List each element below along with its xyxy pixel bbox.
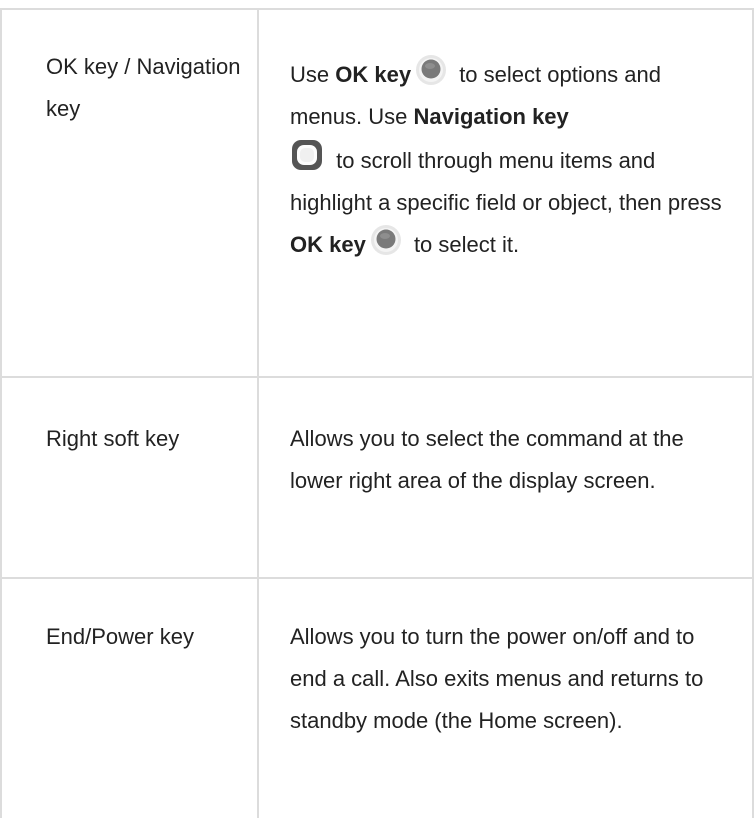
text-segment: Use (290, 62, 336, 87)
table-cell-description: Allows you to turn the power on/off and … (290, 624, 704, 733)
row-divider (0, 577, 754, 579)
table-cell-key: Right soft key (46, 426, 180, 451)
column-divider (257, 8, 259, 818)
row-divider (0, 376, 754, 378)
text-segment: to select it. (407, 232, 520, 257)
bold-term: Navigation key (413, 104, 569, 129)
table-left-border (0, 8, 2, 818)
table-top-border (0, 8, 754, 10)
ok-key-icon (415, 54, 447, 86)
table-cell-key: End/Power key (46, 624, 194, 649)
bold-term: OK key (290, 232, 366, 257)
key-function-table: OK key / Navigation key Use OK key to se… (0, 0, 754, 818)
ok-key-icon (370, 224, 402, 256)
table-cell-key: OK key / Navigation key (46, 54, 241, 121)
navigation-key-icon (290, 138, 324, 172)
table-cell-description: Allows you to select the command at the … (290, 426, 684, 493)
bold-term: OK key (335, 62, 412, 87)
table-cell-description: Use OK key to select options and menus. … (290, 54, 730, 266)
text-segment: to scroll through menu items and highlig… (290, 148, 722, 215)
